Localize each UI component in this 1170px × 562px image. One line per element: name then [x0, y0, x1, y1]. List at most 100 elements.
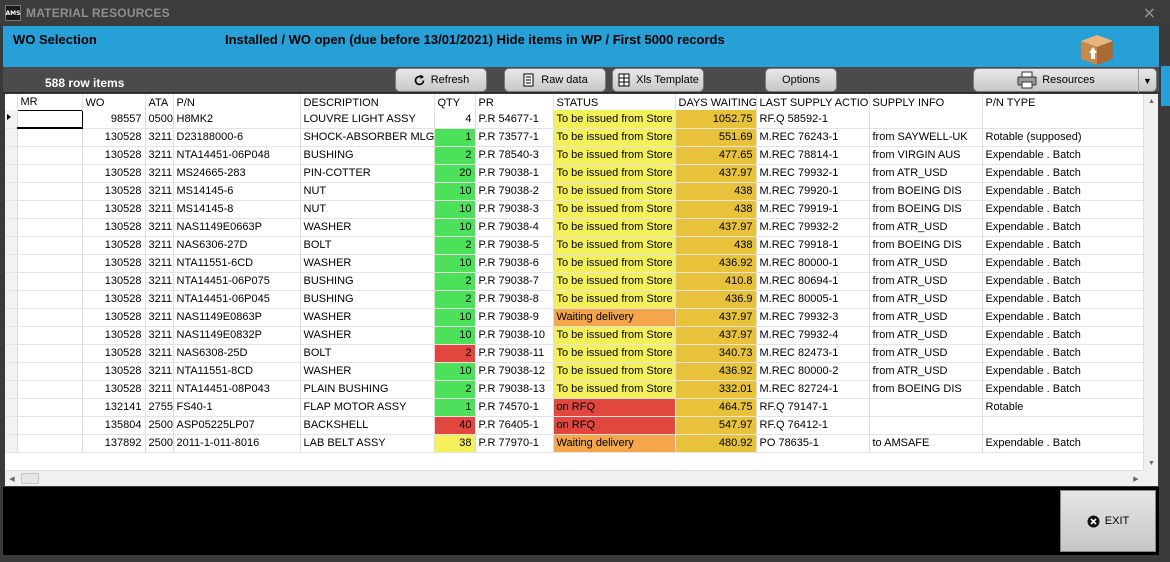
pn-type-cell[interactable]: Expendable . Batch [982, 326, 1143, 345]
description-cell[interactable]: WASHER [300, 308, 435, 327]
last-supply-cell[interactable]: M.REC 79932-1 [756, 164, 870, 183]
mr-cell[interactable] [17, 272, 83, 291]
status-cell[interactable]: To be issued from Store [553, 272, 676, 291]
ata-cell[interactable]: 3211 [145, 380, 174, 399]
supply-info-cell[interactable] [869, 110, 983, 129]
pr-cell[interactable]: P.R 79038-3 [475, 200, 554, 219]
ata-cell[interactable]: 3211 [145, 200, 174, 219]
days-waiting-cell[interactable]: 437.97 [675, 218, 757, 237]
mr-cell[interactable] [17, 164, 83, 183]
qty-cell[interactable]: 1 [434, 128, 476, 147]
row-selector[interactable] [5, 254, 18, 273]
ata-cell[interactable]: 3211 [145, 290, 174, 309]
row-selector[interactable] [5, 128, 18, 147]
pn-type-cell[interactable] [982, 416, 1143, 435]
supply-info-cell[interactable] [869, 398, 983, 417]
description-cell[interactable]: SHOCK-ABSORBER MLG [300, 128, 435, 147]
description-cell[interactable]: WASHER [300, 326, 435, 345]
pn-type-cell[interactable]: Expendable . Batch [982, 182, 1143, 201]
last-supply-cell[interactable]: M.REC 76243-1 [756, 128, 870, 147]
mr-cell[interactable] [17, 326, 83, 345]
pn-type-cell[interactable]: Expendable . Batch [982, 362, 1143, 381]
ata-cell[interactable]: 3211 [145, 146, 174, 165]
row-selector[interactable] [5, 290, 18, 309]
wo-cell[interactable]: 130528 [82, 344, 146, 363]
mr-cell[interactable] [17, 218, 83, 237]
pn-cell[interactable]: MS24665-283 [173, 164, 301, 183]
last-supply-cell[interactable]: M.REC 82473-1 [756, 344, 870, 363]
ata-cell[interactable]: 2500 [145, 434, 174, 453]
ata-cell[interactable]: 3211 [145, 164, 174, 183]
row-selector[interactable] [5, 398, 18, 417]
qty-cell[interactable]: 1 [434, 398, 476, 417]
qty-cell[interactable]: 10 [434, 218, 476, 237]
status-cell[interactable]: on RFQ [553, 398, 676, 417]
pn-cell[interactable]: NAS1149E0663P [173, 218, 301, 237]
pn-type-cell[interactable]: Expendable . Batch [982, 344, 1143, 363]
wo-cell[interactable]: 130528 [82, 128, 146, 147]
supply-info-cell[interactable] [869, 416, 983, 435]
qty-cell[interactable]: 10 [434, 326, 476, 345]
description-cell[interactable]: FLAP MOTOR ASSY [300, 398, 435, 417]
supply-info-cell[interactable]: from ATR_USD [869, 254, 983, 273]
pr-cell[interactable]: P.R 79038-12 [475, 362, 554, 381]
column-header[interactable]: WO [82, 94, 146, 110]
resources-button[interactable]: Resources ▼ [973, 68, 1157, 93]
last-supply-cell[interactable]: RF.Q 79147-1 [756, 398, 870, 417]
status-cell[interactable]: Waiting delivery [553, 434, 676, 453]
pr-cell[interactable]: P.R 79038-5 [475, 236, 554, 255]
table-row[interactable]: 130528 3211 MS14145-8 NUT 10 P.R 79038-3 To be… [5, 200, 1143, 219]
wo-cell[interactable]: 137892 [82, 434, 146, 453]
supply-info-cell[interactable]: from ATR_USD [869, 272, 983, 291]
table-row[interactable]: 130528 3211 NTA14451-06P075 BUSHING 2 P.R 790… [5, 272, 1143, 291]
qty-cell[interactable]: 10 [434, 182, 476, 201]
row-selector[interactable] [5, 110, 18, 129]
qty-cell[interactable]: 10 [434, 308, 476, 327]
close-icon[interactable]: × [1143, 3, 1156, 22]
box-upload-icon[interactable] [1075, 31, 1119, 67]
mr-cell[interactable] [17, 200, 83, 219]
status-cell[interactable]: To be issued from Store [553, 236, 676, 255]
wo-selection-button[interactable]: WO Selection [13, 32, 97, 47]
days-waiting-cell[interactable]: 410.8 [675, 272, 757, 291]
status-cell[interactable]: To be issued from Store [553, 164, 676, 183]
pn-cell[interactable]: NAS1149E0832P [173, 326, 301, 345]
ata-cell[interactable]: 2755 [145, 398, 174, 417]
pn-type-cell[interactable]: Expendable . Batch [982, 290, 1143, 309]
mr-cell[interactable] [17, 236, 83, 255]
pn-cell[interactable]: NTA14451-08P043 [173, 380, 301, 399]
status-cell[interactable]: Waiting delivery [553, 308, 676, 327]
table-row[interactable]: 130528 3211 NTA14451-08P043 PLAIN BUSHING 2 P… [5, 380, 1143, 399]
days-waiting-cell[interactable]: 436.92 [675, 362, 757, 381]
description-cell[interactable]: WASHER [300, 362, 435, 381]
pr-cell[interactable]: P.R 79038-1 [475, 164, 554, 183]
description-cell[interactable]: PIN-COTTER [300, 164, 435, 183]
pr-cell[interactable]: P.R 79038-6 [475, 254, 554, 273]
qty-cell[interactable]: 40 [434, 416, 476, 435]
mr-cell[interactable] [17, 128, 83, 147]
last-supply-cell[interactable]: M.REC 78814-1 [756, 146, 870, 165]
table-row[interactable]: 130528 3211 NTA11551-6CD WASHER 10 P.R 79038-… [5, 254, 1143, 273]
table-row[interactable]: 130528 3211 MS24665-283 PIN-COTTER 20 P.R 790… [5, 164, 1143, 183]
table-row[interactable]: 130528 3211 NAS1149E0863P WASHER 10 P.R 79038… [5, 308, 1143, 327]
wo-cell[interactable]: 130528 [82, 326, 146, 345]
wo-cell[interactable]: 98557 [82, 110, 146, 129]
pr-cell[interactable]: P.R 79038-2 [475, 182, 554, 201]
days-waiting-cell[interactable]: 340.73 [675, 344, 757, 363]
ata-cell[interactable]: 3211 [145, 272, 174, 291]
mr-cell[interactable] [17, 344, 83, 363]
supply-info-cell[interactable]: from BOEING DIS [869, 182, 983, 201]
pn-cell[interactable]: H8MK2 [173, 110, 301, 129]
table-row[interactable]: 130528 3211 NTA14451-06P048 BUSHING 2 P.R 785… [5, 146, 1143, 165]
column-header[interactable]: QTY [434, 94, 476, 110]
status-cell[interactable]: To be issued from Store [553, 254, 676, 273]
status-cell[interactable]: To be issued from Store [553, 146, 676, 165]
wo-cell[interactable]: 130528 [82, 182, 146, 201]
wo-cell[interactable]: 130528 [82, 236, 146, 255]
wo-cell[interactable]: 132141 [82, 398, 146, 417]
row-selector[interactable] [5, 236, 18, 255]
pn-cell[interactable]: NTA14451-06P048 [173, 146, 301, 165]
last-supply-cell[interactable]: M.REC 79920-1 [756, 182, 870, 201]
supply-info-cell[interactable]: from ATR_USD [869, 326, 983, 345]
pn-cell[interactable]: FS40-1 [173, 398, 301, 417]
